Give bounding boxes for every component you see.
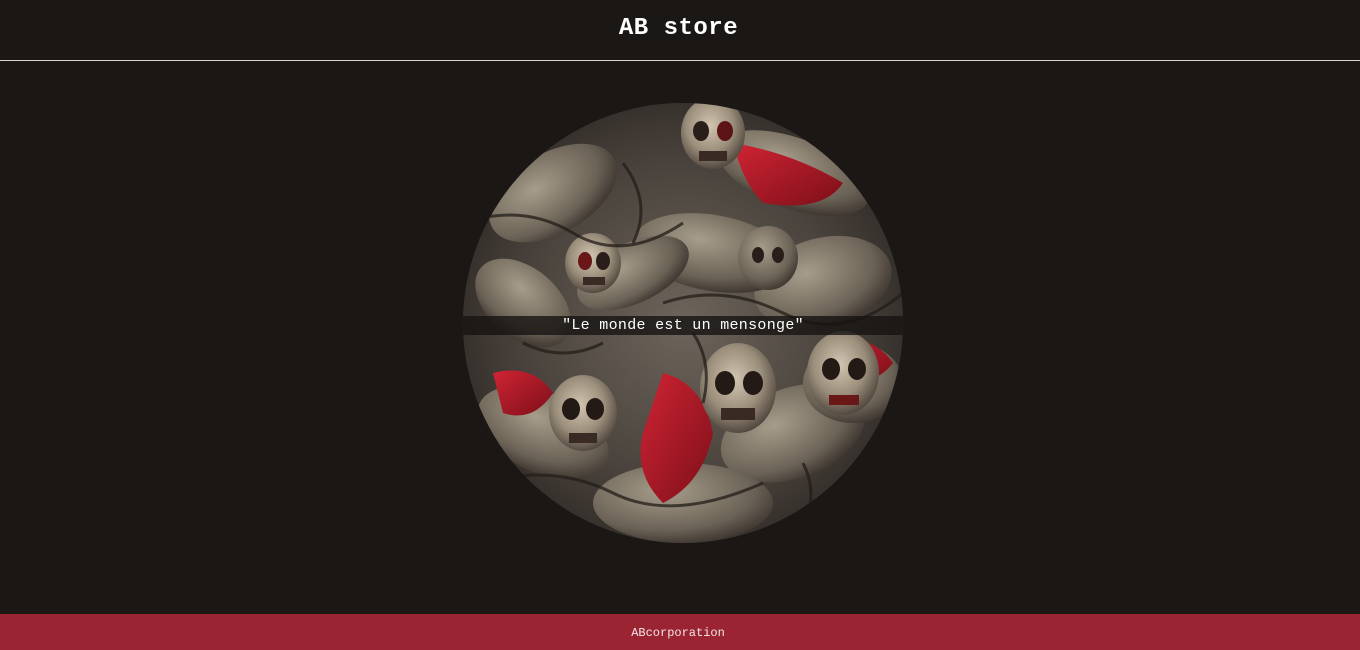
site-header: AB store xyxy=(0,0,1360,61)
footer-text: ABcorporation xyxy=(631,626,725,640)
skull-right xyxy=(807,331,879,415)
skull-center xyxy=(700,343,776,433)
skull-right-top xyxy=(738,226,798,290)
skull-left-bottom xyxy=(549,375,617,451)
quote-banner: "Le monde est un mensonge" xyxy=(463,316,903,335)
site-footer: ABcorporation xyxy=(0,614,1360,650)
site-title: AB store xyxy=(618,14,739,42)
page: AB store "Le monde est un mensonge" ABco… xyxy=(0,0,1360,650)
quote-text: "Le monde est un mensonge" xyxy=(562,317,804,334)
hero-image: "Le monde est un mensonge" xyxy=(463,103,903,543)
